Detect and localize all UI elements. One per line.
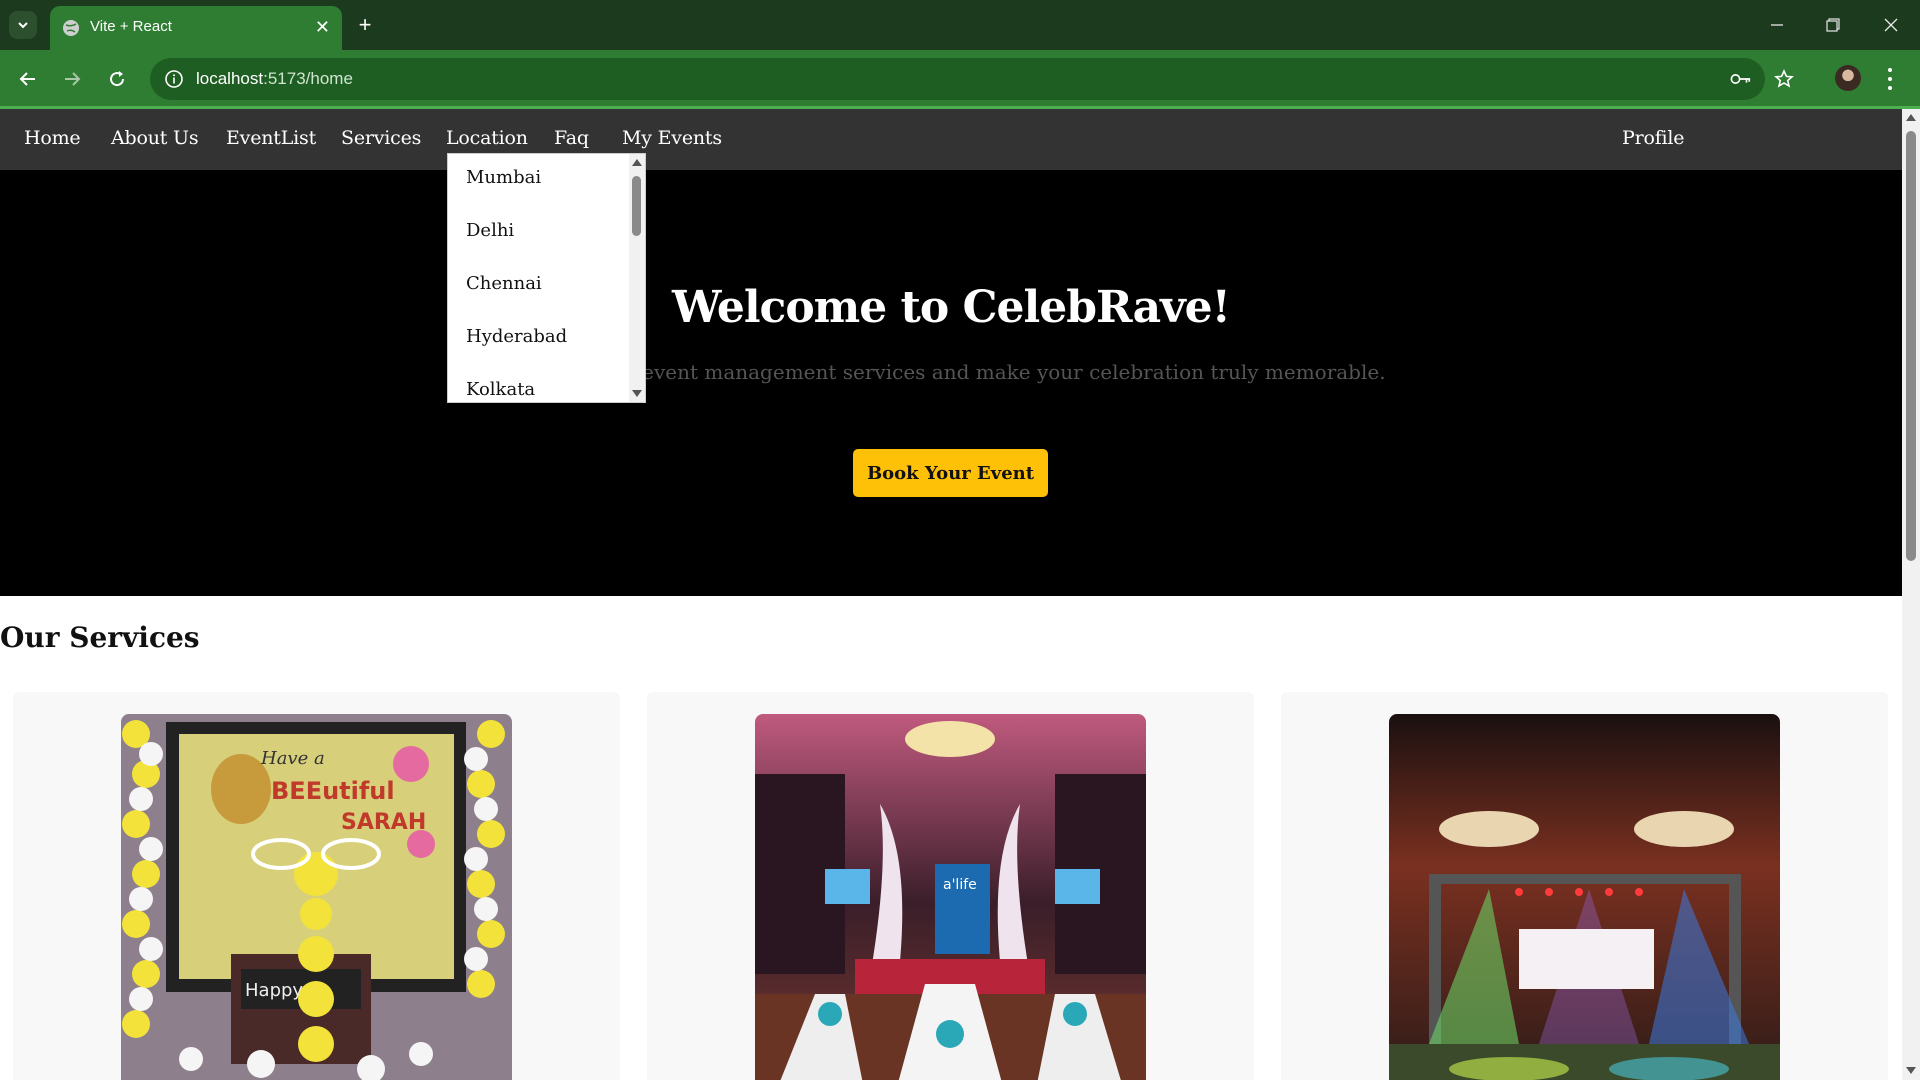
page-scrollbar[interactable] — [1902, 109, 1920, 1080]
service-card[interactable]: Have a BEEutiful SARAH Happy — [13, 692, 620, 1080]
avatar[interactable] — [1835, 65, 1861, 91]
hero-subtitle: Explore our event management services an… — [516, 360, 1386, 384]
nav-eventlist[interactable]: EventList — [226, 127, 316, 149]
nav-location[interactable]: Location — [446, 127, 528, 149]
location-option-mumbai[interactable]: Mumbai — [466, 167, 541, 188]
close-icon[interactable]: ✕ — [315, 17, 330, 38]
site-navbar: Home About Us EventList Services Locatio… — [0, 109, 1902, 170]
book-event-button[interactable]: Book Your Event — [853, 449, 1048, 497]
location-option-chennai[interactable]: Chennai — [466, 273, 542, 294]
nav-about-us[interactable]: About Us — [111, 127, 199, 149]
page-scroll-thumb[interactable] — [1906, 131, 1916, 561]
concert-stage-lighting-photo — [1389, 714, 1780, 1080]
location-option-delhi[interactable]: Delhi — [466, 220, 514, 241]
hero-section: Welcome to CelebRave! Explore our event … — [0, 170, 1902, 596]
info-icon[interactable] — [164, 69, 184, 89]
url-host: localhost — [196, 69, 264, 88]
tab-title: Vite + React — [90, 18, 172, 35]
dropdown-scrollbar[interactable] — [629, 154, 645, 402]
svg-text:Happy: Happy — [245, 980, 303, 1001]
service-card[interactable] — [1281, 692, 1888, 1080]
maximize-icon[interactable] — [1813, 10, 1853, 40]
services-heading: Our Services — [0, 621, 200, 654]
location-option-kolkata[interactable]: Kolkata — [466, 379, 535, 400]
browser-tab[interactable]: Vite + React ✕ — [50, 6, 342, 50]
tab-list-icon[interactable] — [9, 11, 37, 39]
address-bar[interactable]: localhost:5173/home — [150, 58, 1794, 100]
svg-text:Have a: Have a — [260, 748, 325, 769]
svg-text:a'life: a'life — [943, 877, 977, 893]
service-card[interactable]: a'life — [647, 692, 1254, 1080]
nav-profile[interactable]: Profile — [1622, 127, 1685, 149]
key-icon[interactable] — [1730, 68, 1752, 90]
plus-icon[interactable]: + — [352, 12, 378, 38]
location-dropdown[interactable]: Mumbai Delhi Chennai Hyderabad Kolkata — [447, 153, 646, 403]
birthday-balloon-decoration-photo: Have a BEEutiful SARAH Happy — [121, 714, 512, 1080]
page-viewport: Home About Us EventList Services Locatio… — [0, 109, 1902, 1080]
nav-faq[interactable]: Faq — [554, 127, 589, 149]
url-text: localhost:5173/home — [196, 69, 353, 89]
reload-icon[interactable] — [101, 63, 133, 95]
nav-home[interactable]: Home — [24, 127, 81, 149]
dropdown-scroll-thumb[interactable] — [632, 176, 641, 236]
menu-icon[interactable] — [1880, 65, 1900, 93]
forward-icon[interactable] — [56, 63, 88, 95]
minimize-icon[interactable] — [1757, 10, 1797, 40]
banquet-hall-stage-photo: a'life — [755, 714, 1146, 1080]
location-option-hyderabad[interactable]: Hyderabad — [466, 326, 567, 347]
browser-toolbar: localhost:5173/home — [0, 50, 1920, 108]
back-icon[interactable] — [12, 63, 44, 95]
star-icon[interactable] — [1773, 68, 1795, 90]
svg-text:SARAH: SARAH — [341, 810, 426, 835]
nav-services[interactable]: Services — [341, 127, 421, 149]
globe-icon — [62, 19, 80, 37]
nav-my-events[interactable]: My Events — [622, 127, 722, 149]
svg-text:BEEutiful: BEEutiful — [271, 777, 395, 805]
browser-tab-strip: Vite + React ✕ + — [0, 0, 1920, 50]
url-path: :5173/home — [263, 69, 353, 88]
window-close-icon[interactable] — [1871, 10, 1911, 40]
hero-title: Welcome to CelebRave! — [672, 282, 1231, 333]
